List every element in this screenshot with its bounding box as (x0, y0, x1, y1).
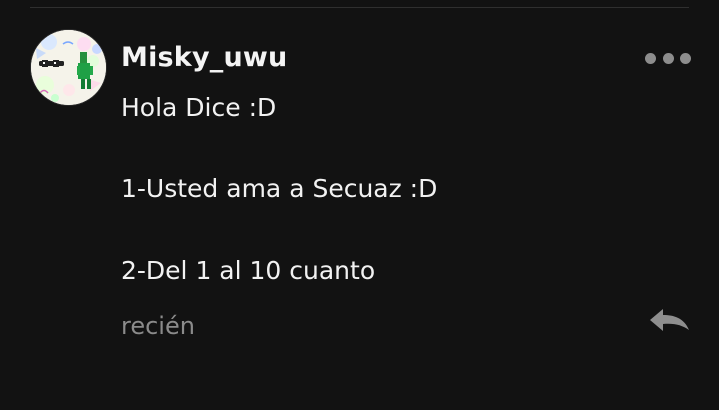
more-horizontal-icon (680, 52, 691, 64)
message-line: 1-Usted ama a Secuaz :D (121, 174, 438, 203)
reply-icon (650, 309, 689, 331)
more-options-button[interactable] (645, 48, 691, 68)
message-line: Hola Dice :D (121, 93, 277, 122)
comment-card: Misky_uwu Hola Dice :D 1-Usted ama a Sec… (0, 0, 719, 410)
more-horizontal-icon (662, 52, 674, 64)
username[interactable]: Misky_uwu (121, 42, 287, 74)
timestamp: recién (121, 312, 195, 340)
message-line: 2-Del 1 al 10 cuanto (121, 256, 376, 285)
reply-button[interactable] (646, 302, 692, 338)
avatar-image (31, 30, 106, 105)
avatar[interactable] (31, 30, 106, 105)
more-horizontal-icon (645, 52, 656, 64)
